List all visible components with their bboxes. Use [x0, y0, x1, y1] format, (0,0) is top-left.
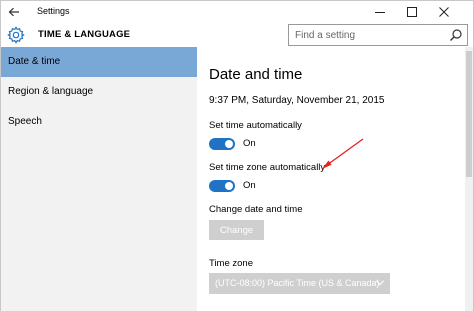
close-button[interactable]: [430, 1, 458, 23]
settings-window: Settings TIME & LANGUAGE Find a setting …: [0, 0, 474, 311]
main-content: Date and time 9:37 PM, Saturday, Novembe…: [197, 47, 465, 311]
scrollbar-thumb[interactable]: [466, 51, 472, 177]
maximize-button[interactable]: [398, 1, 426, 23]
time-zone-select[interactable]: (UTC-08:00) Pacific Time (US & Canada): [209, 273, 390, 294]
section-title: TIME & LANGUAGE: [38, 29, 131, 40]
search-box[interactable]: [288, 24, 468, 46]
minimize-button[interactable]: [366, 1, 394, 23]
gear-icon: [7, 26, 25, 44]
toggle-knob: [225, 140, 233, 148]
back-button[interactable]: [1, 1, 27, 23]
back-arrow-icon: [8, 7, 19, 17]
set-timezone-auto-toggle[interactable]: [209, 180, 235, 192]
set-time-auto-label: Set time automatically: [209, 120, 302, 131]
set-time-auto-toggle[interactable]: [209, 138, 235, 150]
time-zone-value: (UTC-08:00) Pacific Time (US & Canada): [215, 278, 380, 288]
sidebar: Date & time Region & language Speech: [1, 47, 197, 311]
sidebar-item-region-language[interactable]: Region & language: [1, 77, 197, 107]
minimize-icon: [375, 12, 385, 13]
current-datetime: 9:37 PM, Saturday, November 21, 2015: [209, 95, 385, 106]
page-header: TIME & LANGUAGE: [1, 23, 473, 47]
scrollbar[interactable]: [465, 47, 473, 311]
change-date-time-label: Change date and time: [209, 204, 303, 215]
time-zone-label: Time zone: [209, 258, 253, 269]
set-timezone-auto-state: On: [243, 180, 256, 191]
search-input[interactable]: [295, 28, 435, 42]
search-icon[interactable]: [449, 28, 463, 42]
sidebar-item-date-time[interactable]: Date & time: [1, 47, 197, 77]
sidebar-item-speech[interactable]: Speech: [1, 107, 197, 137]
page-title: Date and time: [209, 66, 303, 83]
set-timezone-auto-label: Set time zone automatically: [209, 162, 326, 173]
maximize-icon: [407, 7, 417, 17]
window-title: Settings: [37, 6, 70, 16]
annotation-arrow-icon: [322, 138, 364, 169]
toggle-knob: [225, 182, 233, 190]
chevron-down-icon: [376, 280, 384, 286]
change-button[interactable]: Change: [209, 220, 264, 240]
title-bar: Settings: [1, 1, 473, 23]
set-time-auto-state: On: [243, 138, 256, 149]
close-icon: [439, 7, 449, 17]
